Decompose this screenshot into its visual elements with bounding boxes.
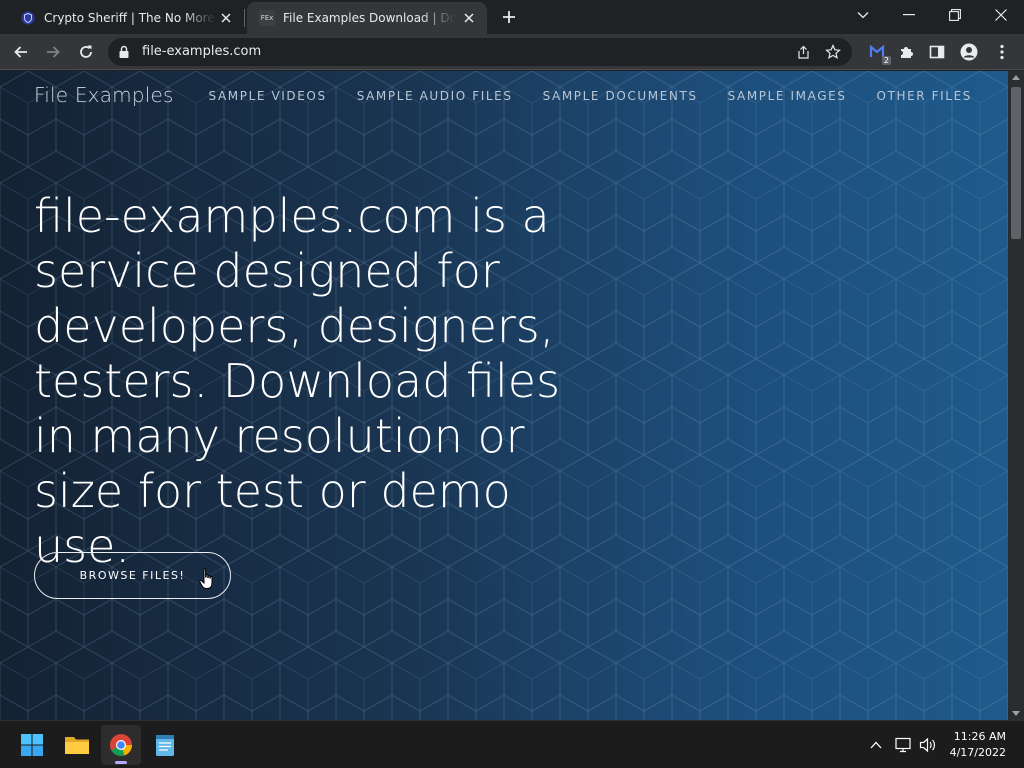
- fex-favicon-icon: FEx: [259, 10, 275, 26]
- tab-title: File Examples Download | Download Sample…: [283, 11, 455, 25]
- close-icon: [995, 9, 1007, 21]
- browser-toolbar: file-examples.com 2: [0, 34, 1024, 70]
- scrollbar-thumb[interactable]: [1011, 87, 1021, 239]
- side-panel-button[interactable]: [924, 39, 950, 65]
- puzzle-icon: [901, 47, 913, 58]
- kebab-menu-icon: [1000, 44, 1004, 60]
- extension-button[interactable]: 2: [864, 39, 891, 65]
- site-nav-links: SAMPLE VIDEOS SAMPLE AUDIO FILES SAMPLE …: [209, 89, 972, 103]
- nav-link-sample-audio-files[interactable]: SAMPLE AUDIO FILES: [357, 89, 513, 103]
- show-hidden-icons-button[interactable]: [866, 735, 886, 755]
- favicon-text: FEx: [260, 14, 274, 22]
- close-icon[interactable]: [218, 10, 234, 26]
- bookmark-star-icon[interactable]: [824, 43, 842, 61]
- tab-file-examples[interactable]: FEx File Examples Download | Download Sa…: [247, 2, 487, 34]
- chrome-taskbar-button[interactable]: [101, 725, 141, 765]
- nav-link-sample-videos[interactable]: SAMPLE VIDEOS: [209, 89, 327, 103]
- hand-cursor-icon: [199, 568, 213, 589]
- url-text[interactable]: file-examples.com: [142, 44, 261, 59]
- volume-button[interactable]: [918, 735, 938, 755]
- scroll-down-arrow[interactable]: [1012, 711, 1020, 716]
- menu-button[interactable]: [989, 39, 1015, 65]
- scroll-up-arrow[interactable]: [1012, 75, 1020, 80]
- chrome-icon: [110, 734, 132, 756]
- new-tab-button[interactable]: [498, 6, 520, 28]
- plus-icon: [503, 11, 515, 23]
- tab-title: Crypto Sheriff | The No More Ransom Proj…: [44, 11, 216, 25]
- close-window-button[interactable]: [978, 0, 1024, 30]
- profile-icon: [960, 43, 978, 61]
- minimize-button[interactable]: [886, 0, 932, 30]
- page-scrollbar[interactable]: [1008, 71, 1024, 720]
- speaker-icon: [919, 737, 935, 753]
- tab-search-button[interactable]: [840, 0, 886, 30]
- hero-heading: file-examples.com is a service designed …: [34, 189, 561, 573]
- side-panel-icon: [929, 45, 945, 59]
- start-button[interactable]: [12, 725, 52, 765]
- address-bar[interactable]: file-examples.com: [108, 38, 852, 66]
- network-icon: [895, 737, 911, 753]
- extension-badge: 2: [881, 56, 891, 65]
- chevron-down-icon: [857, 12, 869, 19]
- extensions-button[interactable]: [893, 39, 919, 65]
- site-brand[interactable]: File Examples: [34, 83, 174, 107]
- minimize-icon: [903, 14, 915, 16]
- arrow-right-icon: [47, 46, 60, 58]
- windows-taskbar: 11:26 AM 4/17/2022: [0, 720, 1024, 768]
- system-clock[interactable]: 11:26 AM 4/17/2022: [950, 729, 1006, 761]
- notepad-button[interactable]: [145, 725, 185, 765]
- restore-icon: [949, 9, 961, 21]
- nav-link-sample-documents[interactable]: SAMPLE DOCUMENTS: [543, 89, 698, 103]
- nav-link-other-files[interactable]: OTHER FILES: [877, 89, 972, 103]
- shield-icon: [20, 10, 36, 26]
- web-page: File Examples SAMPLE VIDEOS SAMPLE AUDIO…: [0, 71, 1008, 720]
- reload-icon: [80, 45, 92, 58]
- share-icon[interactable]: [794, 43, 812, 61]
- restore-button[interactable]: [932, 0, 978, 30]
- tab-crypto-sheriff[interactable]: Crypto Sheriff | The No More Ransom Proj…: [8, 2, 244, 34]
- browser-tab-strip: Crypto Sheriff | The No More Ransom Proj…: [0, 0, 1024, 34]
- close-icon[interactable]: [461, 10, 477, 26]
- forward-button[interactable]: [40, 39, 66, 65]
- nav-link-sample-images[interactable]: SAMPLE IMAGES: [728, 89, 847, 103]
- reload-button[interactable]: [73, 39, 99, 65]
- network-button[interactable]: [894, 735, 914, 755]
- windows-logo-icon: [21, 734, 43, 756]
- site-navbar: File Examples SAMPLE VIDEOS SAMPLE AUDIO…: [0, 71, 1008, 121]
- lock-icon[interactable]: [118, 44, 130, 63]
- notepad-icon: [156, 735, 174, 756]
- clock-date: 4/17/2022: [949, 746, 1006, 759]
- profile-button[interactable]: [956, 39, 982, 65]
- active-app-indicator: [115, 761, 127, 764]
- tab-separator: [244, 9, 245, 27]
- file-explorer-button[interactable]: [57, 725, 97, 765]
- arrow-left-icon: [14, 46, 27, 58]
- clock-time: 11:26 AM: [953, 730, 1006, 743]
- chevron-up-icon: [870, 741, 882, 749]
- folder-icon: [65, 737, 89, 754]
- back-button[interactable]: [8, 39, 34, 65]
